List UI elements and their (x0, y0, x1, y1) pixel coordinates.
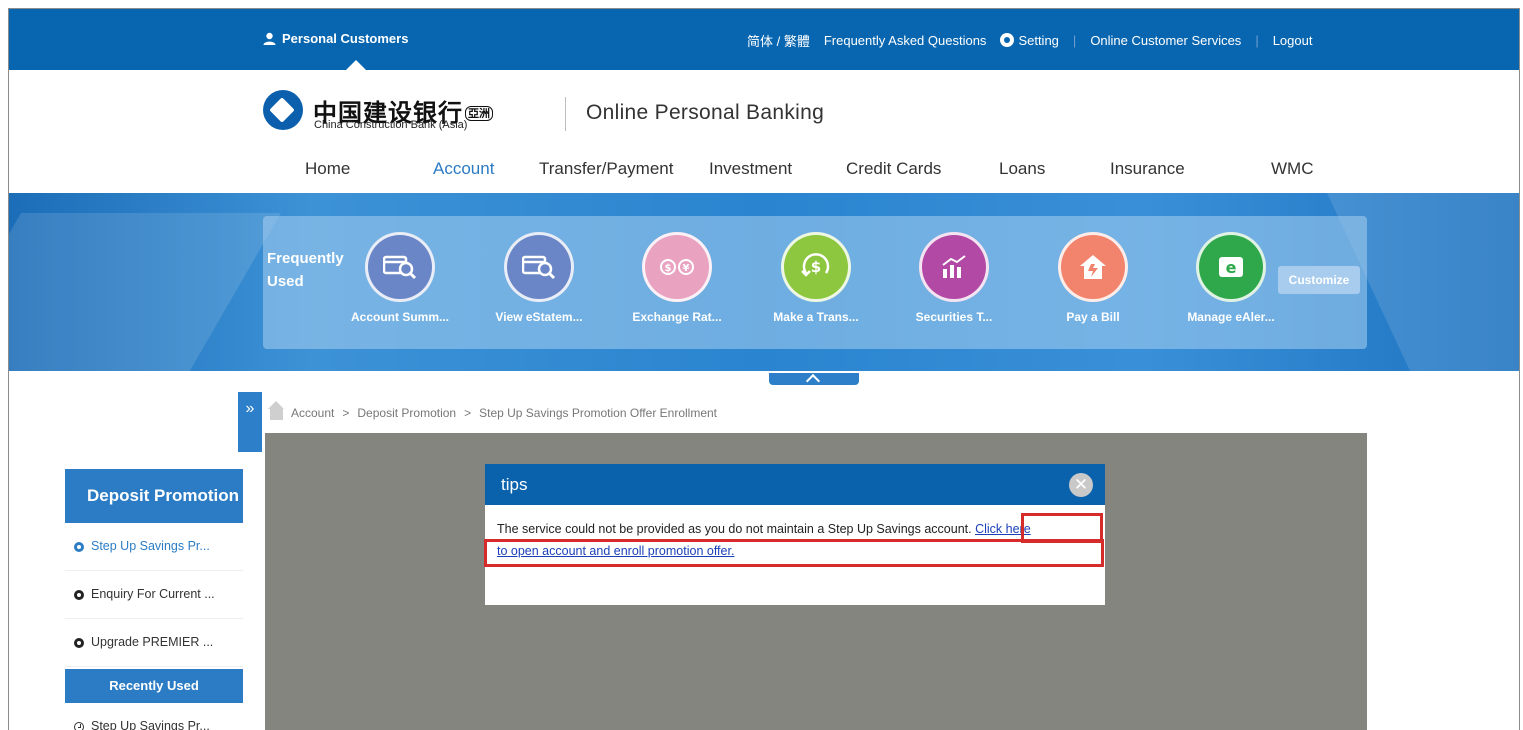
breadcrumb: Account > Deposit Promotion > Step Up Sa… (270, 405, 717, 420)
logout-link[interactable]: Logout (1273, 33, 1313, 48)
setting-link[interactable]: Setting (1000, 33, 1058, 48)
sidebar-item-upgrade-premier[interactable]: Upgrade PREMIER ... (65, 619, 243, 667)
svg-text:¥: ¥ (683, 263, 690, 274)
sidebar-item-label: Enquiry For Current ... (91, 571, 215, 618)
recently-used-header: Recently Used (65, 669, 243, 703)
person-icon (263, 32, 276, 45)
nav-transfer-payment[interactable]: Transfer/Payment (539, 159, 673, 179)
nav-loans[interactable]: Loans (999, 159, 1045, 179)
recent-item-label: Step Up Savings Pr... (91, 703, 210, 730)
quick-label: Pay a Bill (1041, 310, 1145, 324)
breadcrumb-deposit-promotion[interactable]: Deposit Promotion (357, 406, 456, 420)
collapse-banner-button[interactable] (769, 373, 859, 385)
frequently-used-label: Frequently Used (267, 247, 344, 293)
expand-sidebar-button[interactable]: » (238, 392, 262, 452)
breadcrumb-account[interactable]: Account (291, 406, 334, 420)
sidebar-item-label: Upgrade PREMIER ... (91, 619, 213, 666)
divider: | (1073, 33, 1076, 48)
quick-label: Exchange Rat... (625, 310, 729, 324)
quick-label: Manage eAler... (1179, 310, 1283, 324)
sidebar-item-label: Step Up Savings Pr... (91, 523, 210, 570)
breadcrumb-separator: > (342, 406, 349, 420)
svg-text:$: $ (665, 263, 672, 274)
quick-make-transfer[interactable]: $ Make a Trans... (764, 232, 868, 324)
gear-icon (1000, 33, 1014, 47)
sidebar-title: Deposit Promotion (65, 469, 243, 523)
nav-insurance[interactable]: Insurance (1110, 159, 1185, 179)
house-bill-icon (1058, 232, 1128, 302)
quick-account-summary[interactable]: Account Summ... (348, 232, 452, 324)
dollar-transfer-icon: $ (781, 232, 851, 302)
breadcrumb-separator: > (464, 406, 471, 420)
quick-pay-a-bill[interactable]: Pay a Bill (1041, 232, 1145, 324)
bullet-icon (74, 590, 84, 600)
sidebar-item-step-up-savings[interactable]: Step Up Savings Pr... (65, 523, 243, 571)
frequently-used-banner: Frequently Used Account Summ... View eSta… (9, 193, 1519, 371)
recent-item-step-up-savings[interactable]: Step Up Savings Pr... (65, 703, 243, 730)
bank-name-en: China Construction Bank (Asia) (314, 119, 467, 131)
divider: | (1255, 33, 1258, 48)
quick-securities-trading[interactable]: Securities T... (902, 232, 1006, 324)
currency-exchange-icon: $¥ (642, 232, 712, 302)
bank-name-cn-suffix: 亞洲 (465, 106, 493, 121)
dialog-message: The service could not be provided as you… (497, 522, 972, 536)
sidebar-item-enquiry[interactable]: Enquiry For Current ... (65, 571, 243, 619)
quick-manage-ealerts[interactable]: e Manage eAler... (1179, 232, 1283, 324)
stock-chart-icon (919, 232, 989, 302)
card-search-icon (504, 232, 574, 302)
nav-account[interactable]: Account (433, 159, 494, 179)
frequently-used-label-line1: Frequently (267, 250, 344, 267)
customize-button[interactable]: Customize (1278, 266, 1360, 294)
quick-exchange-rate[interactable]: $¥ Exchange Rat... (625, 232, 729, 324)
header-divider (565, 97, 566, 131)
quick-label: Securities T... (902, 310, 1006, 324)
faq-link[interactable]: Frequently Asked Questions (824, 33, 987, 48)
bullet-icon (74, 638, 84, 648)
nav-investment[interactable]: Investment (709, 159, 792, 179)
bullet-icon (74, 542, 84, 552)
quick-label: Account Summ... (348, 310, 452, 324)
quick-label: Make a Trans... (764, 310, 868, 324)
quick-label: View eStatem... (487, 310, 591, 324)
setting-label: Setting (1018, 33, 1058, 48)
svg-text:$: $ (811, 258, 821, 276)
banner-decoration (9, 213, 281, 371)
close-icon[interactable]: ✕ (1069, 473, 1093, 497)
frequently-used-panel: Frequently Used Account Summ... View eSta… (263, 216, 1367, 349)
app-frame: Personal Customers 简体 / 繁體 Frequently As… (8, 8, 1520, 730)
personal-customers-label: Personal Customers (282, 31, 408, 46)
active-caret (346, 60, 366, 70)
nav-home[interactable]: Home (305, 159, 350, 179)
dialog-header: tips ✕ (485, 464, 1105, 505)
nav-wmc[interactable]: WMC (1271, 159, 1313, 179)
highlight-box (484, 539, 1104, 567)
online-customer-services-link[interactable]: Online Customer Services (1090, 33, 1241, 48)
e-alert-icon: e (1196, 232, 1266, 302)
frequently-used-label-line2: Used (267, 273, 304, 290)
product-title: Online Personal Banking (586, 101, 824, 125)
tips-dialog: tips ✕ The service could not be provided… (485, 464, 1105, 605)
personal-customers-link[interactable]: Personal Customers (263, 31, 408, 46)
nav-credit-cards[interactable]: Credit Cards (846, 159, 941, 179)
top-bar: Personal Customers 简体 / 繁體 Frequently As… (9, 9, 1519, 70)
quick-view-estatement[interactable]: View eStatem... (487, 232, 591, 324)
svg-text:e: e (1226, 258, 1237, 277)
dialog-title: tips (501, 475, 527, 494)
home-icon[interactable] (270, 409, 283, 420)
card-search-icon (365, 232, 435, 302)
sidebar: Deposit Promotion Step Up Savings Pr... … (65, 469, 243, 730)
ccb-logo-icon[interactable] (263, 90, 303, 130)
language-switch[interactable]: 简体 / 繁體 (747, 31, 810, 50)
breadcrumb-current: Step Up Savings Promotion Offer Enrollme… (479, 406, 717, 420)
